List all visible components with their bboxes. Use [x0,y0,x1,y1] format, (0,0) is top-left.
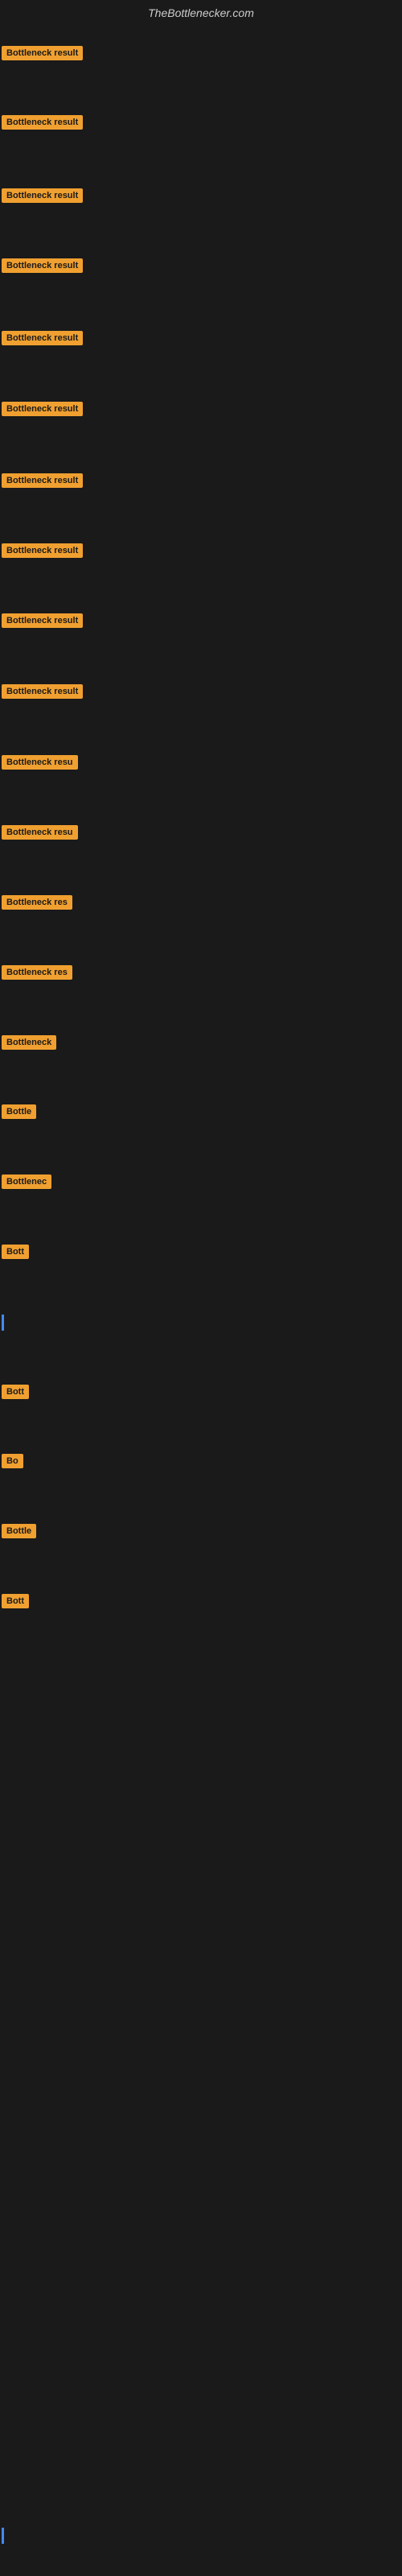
site-title: TheBottlenecker.com [0,0,402,26]
bottleneck-result-row: Bottleneck [2,1035,56,1054]
bottleneck-badge[interactable]: Bott [2,1245,29,1259]
cursor-indicator [2,1315,4,1331]
bottleneck-result-row: Bottle [2,1104,36,1123]
bottleneck-badge[interactable]: Bottle [2,1524,36,1538]
bottleneck-badge[interactable]: Bottleneck res [2,965,72,980]
bottleneck-result-row: Bottleneck res [2,965,72,984]
bottleneck-result-row: Bottle [2,1524,36,1542]
bottleneck-result-row: Bottleneck result [2,613,83,632]
bottleneck-badge[interactable]: Bottleneck result [2,258,83,273]
bottleneck-badge[interactable]: Bott [2,1594,29,1608]
bottleneck-result-row: Bo [2,1454,23,1472]
bottleneck-result-row: Bottleneck result [2,473,83,492]
bottleneck-badge[interactable]: Bottleneck resu [2,755,78,770]
bottleneck-result-row: Bottleneck result [2,684,83,703]
bottleneck-badge[interactable]: Bottleneck result [2,46,83,60]
bottleneck-badge[interactable]: Bottleneck [2,1035,56,1050]
bottleneck-badge[interactable]: Bottleneck result [2,115,83,130]
bottleneck-result-row: Bottleneck resu [2,825,78,844]
bottleneck-badge[interactable]: Bott [2,1385,29,1399]
bottleneck-badge[interactable]: Bottleneck result [2,331,83,345]
bottleneck-badge[interactable]: Bottleneck result [2,684,83,699]
bottleneck-result-row: Bottleneck result [2,188,83,207]
bottleneck-result-row: Bottleneck result [2,46,83,64]
bottleneck-result-row: Bottleneck result [2,402,83,420]
bottleneck-badge[interactable]: Bottlenec [2,1174,51,1189]
bottleneck-result-row: Bott [2,1594,29,1612]
bottleneck-badge[interactable]: Bottleneck result [2,402,83,416]
bottleneck-badge[interactable]: Bottleneck result [2,543,83,558]
bottleneck-result-row: Bottlenec [2,1174,51,1193]
bottleneck-badge[interactable]: Bottleneck result [2,188,83,203]
bottleneck-badge[interactable]: Bo [2,1454,23,1468]
cursor-indicator [2,2528,4,2544]
bottleneck-badge[interactable]: Bottleneck res [2,895,72,910]
bottleneck-result-row: Bott [2,1385,29,1403]
bottleneck-badge[interactable]: Bottleneck resu [2,825,78,840]
bottleneck-badge[interactable]: Bottleneck result [2,613,83,628]
bottleneck-result-row: Bottleneck result [2,543,83,562]
bottleneck-result-row: Bottleneck result [2,331,83,349]
bottleneck-result-row: Bottleneck resu [2,755,78,774]
bottleneck-badge[interactable]: Bottleneck result [2,473,83,488]
bottleneck-result-row: Bottleneck result [2,115,83,134]
bottleneck-result-row: Bottleneck res [2,895,72,914]
bottleneck-badge[interactable]: Bottle [2,1104,36,1119]
bottleneck-result-row: Bott [2,1245,29,1263]
bottleneck-result-row: Bottleneck result [2,258,83,277]
